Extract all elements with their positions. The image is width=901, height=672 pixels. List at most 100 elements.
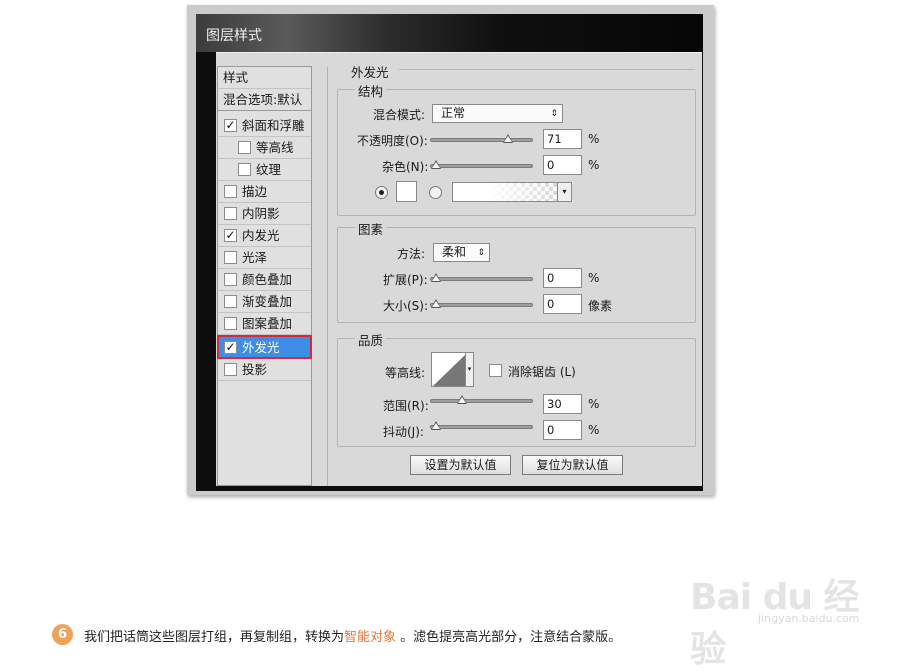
noise-input[interactable]: 0 — [543, 155, 582, 175]
gradient-radio[interactable] — [429, 186, 442, 199]
panel-title-rule — [399, 69, 695, 70]
opacity-unit: % — [588, 132, 600, 146]
style-item-inner-glow[interactable]: ✓ 内发光 — [218, 225, 311, 247]
elements-label: 图素 — [355, 219, 387, 238]
inner-glow-checkbox[interactable]: ✓ — [224, 229, 237, 242]
style-item-label: 颜色叠加 — [242, 272, 293, 287]
range-input[interactable]: 30 — [543, 394, 582, 414]
spread-slider[interactable] — [430, 273, 533, 282]
noise-slider-thumb[interactable] — [431, 160, 441, 169]
opacity-slider[interactable] — [430, 134, 533, 143]
make-default-button[interactable]: 设置为默认值 — [410, 455, 511, 475]
satin-checkbox[interactable] — [224, 251, 237, 264]
style-item-outer-glow[interactable]: ✓ 外发光 — [217, 335, 312, 359]
style-item-label: 描边 — [242, 184, 268, 199]
antialias-label: 消除锯齿 (L) — [508, 365, 576, 379]
structure-label: 结构 — [355, 81, 387, 100]
step-number-badge: 6 — [52, 624, 73, 645]
style-item-label: 等高线 — [256, 140, 294, 155]
method-select[interactable]: 柔和 ⇕ — [433, 243, 490, 262]
spread-slider-thumb[interactable] — [431, 273, 441, 282]
panel-divider — [327, 67, 328, 486]
opacity-input[interactable]: 71 — [543, 129, 582, 149]
inner-shadow-checkbox[interactable] — [224, 207, 237, 220]
style-item-contour[interactable]: 等高线 — [218, 137, 311, 159]
style-item-drop-shadow[interactable]: 投影 — [218, 359, 311, 381]
texture-checkbox[interactable] — [238, 163, 251, 176]
solid-color-radio[interactable] — [375, 186, 388, 199]
style-item-inner-shadow[interactable]: 内阴影 — [218, 203, 311, 225]
contour-label: 等高线: — [385, 366, 426, 380]
style-item-pattern-overlay[interactable]: 图案叠加 — [218, 313, 311, 335]
style-list: 样式 混合选项:默认 ✓ 斜面和浮雕 等高线 纹理 描边 内阴影 ✓ 内发光 光泽 … — [217, 66, 312, 486]
blend-mode-select[interactable]: 正常 ⇕ — [432, 104, 563, 123]
dialog-title: 图层样式 — [206, 28, 262, 44]
stroke-checkbox[interactable] — [224, 185, 237, 198]
chevron-down-icon: ▾ — [557, 183, 571, 201]
blend-options[interactable]: 混合选项:默认 — [218, 89, 311, 111]
chevron-down-icon: ▾ — [465, 353, 473, 386]
range-slider[interactable] — [430, 395, 533, 404]
style-item-label: 内发光 — [242, 228, 280, 243]
opacity-slider-thumb[interactable] — [503, 134, 513, 143]
color-overlay-checkbox[interactable] — [224, 273, 237, 286]
spread-unit: % — [588, 271, 600, 285]
drop-shadow-checkbox[interactable] — [224, 363, 237, 376]
style-item-label: 光泽 — [242, 250, 268, 265]
contour-checkbox[interactable] — [238, 141, 251, 154]
baidu-watermark: Bai du 经验 jingyan.baidu.com — [690, 560, 890, 670]
size-slider-thumb[interactable] — [431, 299, 441, 308]
style-item-label: 内阴影 — [242, 206, 280, 221]
opacity-label: 不透明度(O): — [357, 134, 428, 148]
glow-gradient-picker[interactable]: ▾ — [452, 182, 572, 202]
noise-slider[interactable] — [430, 160, 533, 169]
spread-input[interactable]: 0 — [543, 268, 582, 288]
style-item-label: 渐变叠加 — [242, 294, 293, 309]
chevron-updown-icon: ⇕ — [477, 248, 485, 258]
jitter-unit: % — [588, 423, 600, 437]
spread-label: 扩展(P): — [383, 273, 428, 287]
antialias-checkbox[interactable] — [489, 364, 502, 377]
caption-highlight-link[interactable]: 智能对象 — [344, 630, 396, 645]
style-item-texture[interactable]: 纹理 — [218, 159, 311, 181]
range-unit: % — [588, 397, 600, 411]
caption-text-before: 我们把话筒这些图层打组，再复制组，转换为 — [84, 630, 345, 645]
screenshot-frame: 图层样式 样式 混合选项:默认 ✓ 斜面和浮雕 等高线 纹理 描边 内阴影 ✓ 内发… — [187, 5, 714, 495]
jitter-input[interactable]: 0 — [543, 420, 582, 440]
jitter-label: 抖动(J): — [383, 425, 424, 439]
gradient-overlay-checkbox[interactable] — [224, 295, 237, 308]
method-value: 柔和 — [442, 245, 467, 259]
style-item-bevel[interactable]: ✓ 斜面和浮雕 — [218, 115, 311, 137]
pattern-overlay-checkbox[interactable] — [224, 317, 237, 330]
range-slider-thumb[interactable] — [457, 395, 467, 404]
size-label: 大小(S): — [383, 299, 429, 313]
quality-label: 品质 — [355, 330, 387, 349]
panel-title: 外发光 — [351, 65, 389, 80]
caption-text: 我们把话筒这些图层打组，再复制组，转换为智能对象 。滤色提亮高光部分，注意结合蒙… — [84, 626, 621, 645]
glow-color-swatch[interactable] — [396, 181, 417, 202]
size-slider[interactable] — [430, 299, 533, 308]
noise-unit: % — [588, 158, 600, 172]
style-item-stroke[interactable]: 描边 — [218, 181, 311, 203]
style-item-label: 外发光 — [242, 340, 280, 355]
contour-picker[interactable]: ▾ — [431, 352, 474, 387]
style-item-color-overlay[interactable]: 颜色叠加 — [218, 269, 311, 291]
jitter-slider[interactable] — [430, 421, 533, 430]
outer-glow-checkbox[interactable]: ✓ — [224, 341, 237, 354]
style-item-label: 纹理 — [256, 162, 282, 177]
chevron-updown-icon: ⇕ — [550, 109, 558, 119]
style-item-gradient-overlay[interactable]: 渐变叠加 — [218, 291, 311, 313]
style-list-header: 样式 — [218, 67, 311, 89]
dialog-titlebar: 图层样式 — [196, 14, 703, 52]
blend-mode-label: 混合模式: — [373, 108, 426, 122]
caption-text-after: 。滤色提亮高光部分，注意结合蒙版。 — [396, 630, 622, 645]
size-input[interactable]: 0 — [543, 294, 582, 314]
style-item-label: 投影 — [242, 362, 268, 377]
blend-mode-value: 正常 — [441, 106, 466, 120]
bevel-checkbox[interactable]: ✓ — [224, 119, 237, 132]
style-item-satin[interactable]: 光泽 — [218, 247, 311, 269]
method-label: 方法: — [397, 247, 426, 261]
reset-default-button[interactable]: 复位为默认值 — [522, 455, 623, 475]
jitter-slider-thumb[interactable] — [431, 421, 441, 430]
range-label: 范围(R): — [383, 399, 429, 413]
